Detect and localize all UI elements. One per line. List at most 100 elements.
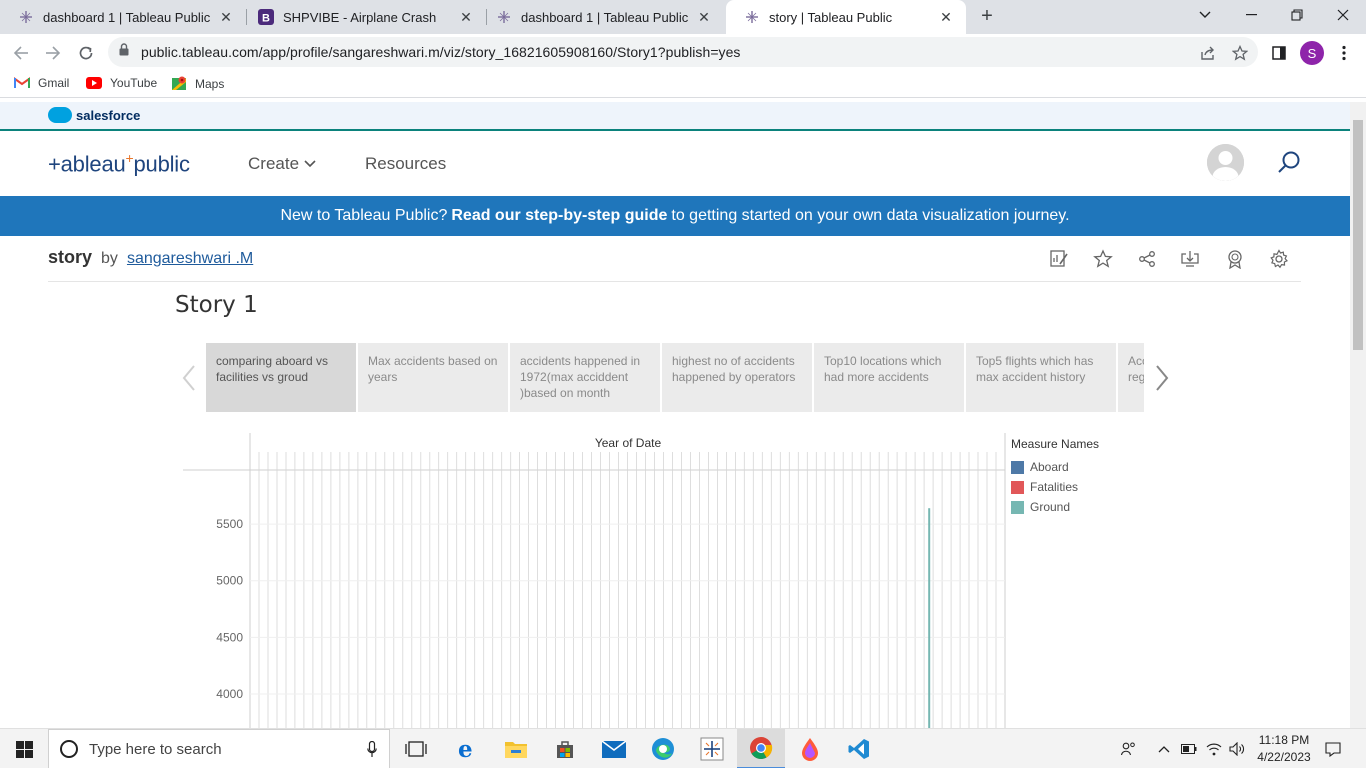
microphone-icon[interactable] [367, 741, 377, 758]
browser-tab-2[interactable]: B SHPVIBE - Airplane Crash ✕ [240, 0, 486, 34]
side-panel-icon[interactable] [1267, 41, 1291, 65]
award-badge-icon[interactable] [1224, 248, 1246, 270]
taskbar-search-placeholder: Type here to search [89, 740, 222, 758]
legend-swatch [1011, 460, 1024, 474]
search-icon[interactable] [1276, 150, 1302, 176]
story-points-bar: comparing aboard vs facilities vs groud … [206, 343, 1144, 412]
nav-create[interactable]: Create [248, 154, 316, 174]
logo-text: +ableau [48, 151, 126, 177]
legend-item-ground[interactable]: Ground [1011, 497, 1131, 517]
legend-label: Aboard [1030, 460, 1069, 474]
close-icon[interactable]: ✕ [218, 9, 234, 25]
bookmark-maps[interactable]: Maps [172, 76, 224, 91]
chart-canvas: Year of Date 5500 5000 4500 4000 [183, 433, 1006, 728]
address-bar[interactable]: public.tableau.com/app/profile/sangaresh… [108, 37, 1258, 67]
browser-tab-4[interactable]: story | Tableau Public ✕ [726, 0, 966, 34]
banner-guide-link[interactable]: Read our step-by-step guide [451, 207, 667, 225]
window-close-icon[interactable] [1320, 0, 1366, 30]
bookmark-youtube[interactable]: YouTube [86, 76, 157, 90]
close-icon[interactable]: ✕ [696, 9, 712, 25]
profile-avatar[interactable]: S [1300, 41, 1324, 65]
y-tick-label: 4500 [216, 630, 243, 644]
bar-ground[interactable] [928, 508, 931, 728]
close-icon[interactable]: ✕ [458, 9, 474, 25]
tab-search-chevron-icon[interactable] [1182, 0, 1228, 30]
banner-text: New to Tableau Public? [280, 207, 448, 224]
tab-title: dashboard 1 | Tableau Public [43, 9, 211, 25]
restore-icon[interactable] [1274, 0, 1320, 30]
paint-3d-icon[interactable] [786, 729, 834, 768]
salesforce-logo[interactable]: salesforce [48, 107, 140, 123]
browser-tab-1[interactable]: dashboard 1 | Tableau Public ✕ [0, 0, 246, 34]
clock-time: 11:18 PM [1258, 733, 1310, 747]
vscode-icon[interactable] [835, 729, 883, 768]
taskbar-search-box[interactable]: Type here to search [48, 729, 390, 768]
nav-resources[interactable]: Resources [365, 154, 446, 174]
microsoft-store-icon[interactable] [541, 729, 589, 768]
legend-swatch [1011, 480, 1024, 494]
bookmark-star-icon[interactable] [1228, 41, 1252, 65]
tray-chevron-up-icon[interactable] [1155, 729, 1173, 768]
battery-icon[interactable] [1179, 729, 1199, 768]
url-text[interactable]: public.tableau.com/app/profile/sangaresh… [141, 44, 740, 60]
scrollbar-thumb[interactable] [1353, 120, 1363, 350]
user-avatar-icon[interactable] [1207, 144, 1244, 181]
reload-icon[interactable] [73, 40, 99, 66]
y-tick-label: 4000 [216, 687, 243, 701]
page-scrollbar[interactable] [1350, 102, 1366, 728]
edit-viz-icon[interactable] [1048, 248, 1070, 270]
story-point-5[interactable]: Top10 locations which had more accidents [814, 343, 964, 412]
windows-start-icon[interactable] [0, 729, 48, 768]
file-explorer-icon[interactable] [492, 729, 540, 768]
story-point-4[interactable]: highest no of accidents happened by oper… [662, 343, 812, 412]
story-point-3[interactable]: accidents happened in 1972(max acciddent… [510, 343, 660, 412]
nav-resources-label: Resources [365, 154, 447, 173]
share-icon[interactable] [1196, 41, 1220, 65]
banner-text-suffix: to getting started on your own data visu… [671, 207, 1070, 224]
volume-icon[interactable] [1227, 729, 1247, 768]
edge-icon[interactable] [639, 729, 687, 768]
task-view-icon[interactable] [392, 729, 440, 768]
story-prev-arrow-icon[interactable] [174, 360, 204, 396]
download-icon[interactable] [1179, 248, 1201, 270]
minimize-icon[interactable] [1228, 0, 1274, 30]
edge-legacy-icon[interactable]: e [443, 729, 491, 768]
browser-tab-strip: dashboard 1 | Tableau Public ✕ B SHPVIBE… [0, 0, 1366, 34]
notifications-icon[interactable] [1321, 729, 1345, 768]
viz-by: by [101, 250, 118, 267]
tableau-icon [744, 9, 760, 25]
forward-arrow-icon[interactable] [40, 40, 66, 66]
viz-title: story by sangareshwari .M [48, 247, 253, 268]
svg-text:B: B [262, 13, 270, 25]
chrome-icon[interactable] [737, 729, 785, 768]
share-nodes-icon[interactable] [1136, 248, 1158, 270]
close-icon[interactable]: ✕ [938, 9, 954, 25]
viz-author-link[interactable]: sangareshwari .M [127, 250, 253, 267]
people-icon[interactable] [1118, 729, 1140, 768]
story-next-arrow-icon[interactable] [1147, 360, 1177, 396]
bookmark-label: Maps [195, 76, 225, 91]
lock-icon[interactable] [119, 43, 129, 61]
chrome-menu-icon[interactable] [1332, 41, 1356, 65]
chevron-down-icon [304, 160, 316, 168]
story-point-2[interactable]: Max accidents based on years [358, 343, 508, 412]
browser-tab-3[interactable]: dashboard 1 | Tableau Public ✕ [478, 0, 724, 34]
settings-gear-icon[interactable] [1268, 248, 1290, 270]
story-point-7[interactable]: Acc reg [1118, 343, 1144, 412]
story-point-1[interactable]: comparing aboard vs facilities vs groud [206, 343, 356, 412]
story-point-6[interactable]: Top5 flights which has max accident hist… [966, 343, 1116, 412]
wifi-icon[interactable] [1203, 729, 1225, 768]
legend-item-aboard[interactable]: Aboard [1011, 457, 1131, 477]
taskbar-clock[interactable]: 11:18 PM 4/22/2023 [1246, 732, 1322, 766]
legend-item-fatalities[interactable]: Fatalities [1011, 477, 1131, 497]
bookmark-gmail[interactable]: Gmail [14, 76, 69, 90]
legend-title: Measure Names [1011, 437, 1100, 451]
favorite-star-icon[interactable] [1092, 248, 1114, 270]
bookmark-label: YouTube [110, 76, 158, 90]
tableau-desktop-icon[interactable] [688, 729, 736, 768]
mail-icon[interactable] [590, 729, 638, 768]
back-arrow-icon[interactable] [8, 40, 34, 66]
tableau-public-logo[interactable]: +ableau+public [48, 150, 190, 177]
new-tab-button[interactable]: + [976, 5, 998, 27]
tableau-icon [18, 9, 34, 25]
